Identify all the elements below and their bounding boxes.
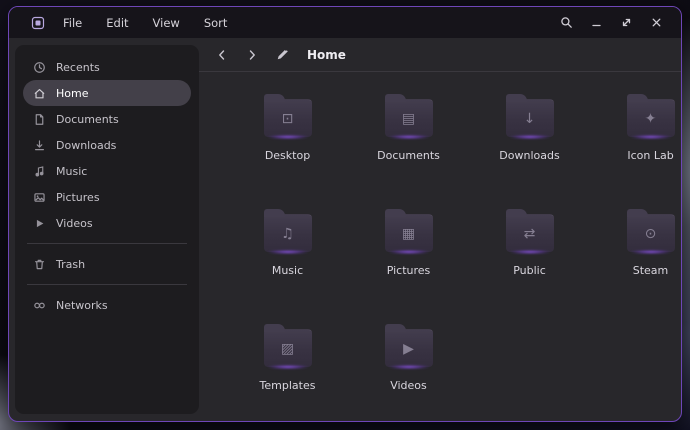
close-icon[interactable] bbox=[645, 12, 667, 34]
file-label: Pictures bbox=[387, 264, 431, 277]
desktop-emblem-icon: ⊡ bbox=[264, 100, 312, 137]
file-item-desktop[interactable]: ⊡ Desktop bbox=[236, 90, 340, 205]
app-icon bbox=[31, 16, 45, 30]
sidebar-item-label: Trash bbox=[56, 258, 85, 271]
back-icon[interactable] bbox=[213, 46, 231, 64]
sidebar-item-downloads[interactable]: Downloads bbox=[23, 132, 191, 158]
titlebar: File Edit View Sort bbox=[9, 7, 681, 38]
music-emblem-icon: ♫ bbox=[264, 215, 312, 252]
sidebar-item-documents[interactable]: Documents bbox=[23, 106, 191, 132]
download-icon bbox=[33, 139, 46, 152]
sidebar-item-label: Home bbox=[56, 87, 88, 100]
sidebar-separator bbox=[27, 284, 187, 285]
file-label: Videos bbox=[390, 379, 427, 392]
file-grid: ⊡ Desktop ▤ Documents ↓ Downloads ✦ Icon… bbox=[199, 72, 681, 421]
breadcrumb[interactable]: Home bbox=[307, 48, 346, 62]
steam-folder-icon: ⊙ bbox=[627, 214, 675, 252]
music-folder-icon: ♫ bbox=[264, 214, 312, 252]
steam-emblem-icon: ⊙ bbox=[627, 215, 675, 252]
documents-folder-icon: ▤ bbox=[385, 99, 433, 137]
file-label: Icon Lab bbox=[627, 149, 673, 162]
trash-icon bbox=[33, 258, 46, 271]
document-icon bbox=[33, 113, 46, 126]
picture-icon bbox=[33, 191, 46, 204]
desktop-folder-icon: ⊡ bbox=[264, 99, 312, 137]
file-item-pictures[interactable]: ▦ Pictures bbox=[357, 205, 461, 320]
sidebar-item-label: Downloads bbox=[56, 139, 116, 152]
public-emblem-icon: ⇄ bbox=[506, 215, 554, 252]
file-label: Documents bbox=[377, 149, 440, 162]
pictures-folder-icon: ▦ bbox=[385, 214, 433, 252]
edit-path-icon[interactable] bbox=[273, 46, 291, 64]
downloads-emblem-icon: ↓ bbox=[506, 100, 554, 137]
documents-emblem-icon: ▤ bbox=[385, 100, 433, 137]
menu-view[interactable]: View bbox=[153, 16, 180, 30]
file-label: Steam bbox=[633, 264, 669, 277]
music-note-icon bbox=[33, 165, 46, 178]
file-item-icon-lab[interactable]: ✦ Icon Lab bbox=[599, 90, 682, 205]
sidebar-item-label: Music bbox=[56, 165, 87, 178]
sidebar-item-music[interactable]: Music bbox=[23, 158, 191, 184]
file-item-videos[interactable]: ▶ Videos bbox=[357, 320, 461, 421]
sidebar-item-label: Recents bbox=[56, 61, 100, 74]
sidebar-item-home[interactable]: Home bbox=[23, 80, 191, 106]
forward-icon[interactable] bbox=[243, 46, 261, 64]
minimize-icon[interactable] bbox=[585, 12, 607, 34]
sidebar-item-networks[interactable]: Networks bbox=[23, 292, 191, 318]
sidebar-item-label: Pictures bbox=[56, 191, 100, 204]
sidebar: Recents Home Documents Downloads bbox=[15, 45, 199, 414]
sidebar-separator bbox=[27, 243, 187, 244]
toolbar: Home bbox=[199, 38, 681, 72]
file-item-music[interactable]: ♫ Music bbox=[236, 205, 340, 320]
home-icon bbox=[33, 87, 46, 100]
file-label: Desktop bbox=[265, 149, 310, 162]
file-item-steam[interactable]: ⊙ Steam bbox=[599, 205, 682, 320]
clock-icon bbox=[33, 61, 46, 74]
menu-edit[interactable]: Edit bbox=[106, 16, 128, 30]
sidebar-item-pictures[interactable]: Pictures bbox=[23, 184, 191, 210]
main-panel: Home ⊡ Desktop ▤ Documents ↓ Downloads ✦ bbox=[199, 38, 681, 421]
downloads-folder-icon: ↓ bbox=[506, 99, 554, 137]
file-item-downloads[interactable]: ↓ Downloads bbox=[478, 90, 582, 205]
file-item-public[interactable]: ⇄ Public bbox=[478, 205, 582, 320]
file-label: Downloads bbox=[499, 149, 559, 162]
templates-emblem-icon: ▨ bbox=[264, 330, 312, 367]
pictures-emblem-icon: ▦ bbox=[385, 215, 433, 252]
sidebar-item-label: Videos bbox=[56, 217, 93, 230]
iconlab-emblem-icon: ✦ bbox=[627, 100, 675, 137]
file-item-documents[interactable]: ▤ Documents bbox=[357, 90, 461, 205]
file-label: Templates bbox=[260, 379, 316, 392]
iconlab-folder-icon: ✦ bbox=[627, 99, 675, 137]
file-manager-window: File Edit View Sort Recents bbox=[8, 6, 682, 422]
sidebar-item-trash[interactable]: Trash bbox=[23, 251, 191, 277]
menu-file[interactable]: File bbox=[63, 16, 82, 30]
sidebar-item-recents[interactable]: Recents bbox=[23, 54, 191, 80]
videos-folder-icon: ▶ bbox=[385, 329, 433, 367]
sidebar-item-label: Networks bbox=[56, 299, 108, 312]
sidebar-item-videos[interactable]: Videos bbox=[23, 210, 191, 236]
videos-emblem-icon: ▶ bbox=[385, 330, 433, 367]
file-item-templates[interactable]: ▨ Templates bbox=[236, 320, 340, 421]
menu-sort[interactable]: Sort bbox=[204, 16, 228, 30]
network-icon bbox=[33, 299, 46, 312]
window-content: Recents Home Documents Downloads bbox=[9, 38, 681, 421]
file-label: Music bbox=[272, 264, 303, 277]
maximize-icon[interactable] bbox=[615, 12, 637, 34]
sidebar-item-label: Documents bbox=[56, 113, 119, 126]
search-icon[interactable] bbox=[555, 12, 577, 34]
play-icon bbox=[33, 217, 46, 230]
public-folder-icon: ⇄ bbox=[506, 214, 554, 252]
templates-folder-icon: ▨ bbox=[264, 329, 312, 367]
file-label: Public bbox=[513, 264, 546, 277]
